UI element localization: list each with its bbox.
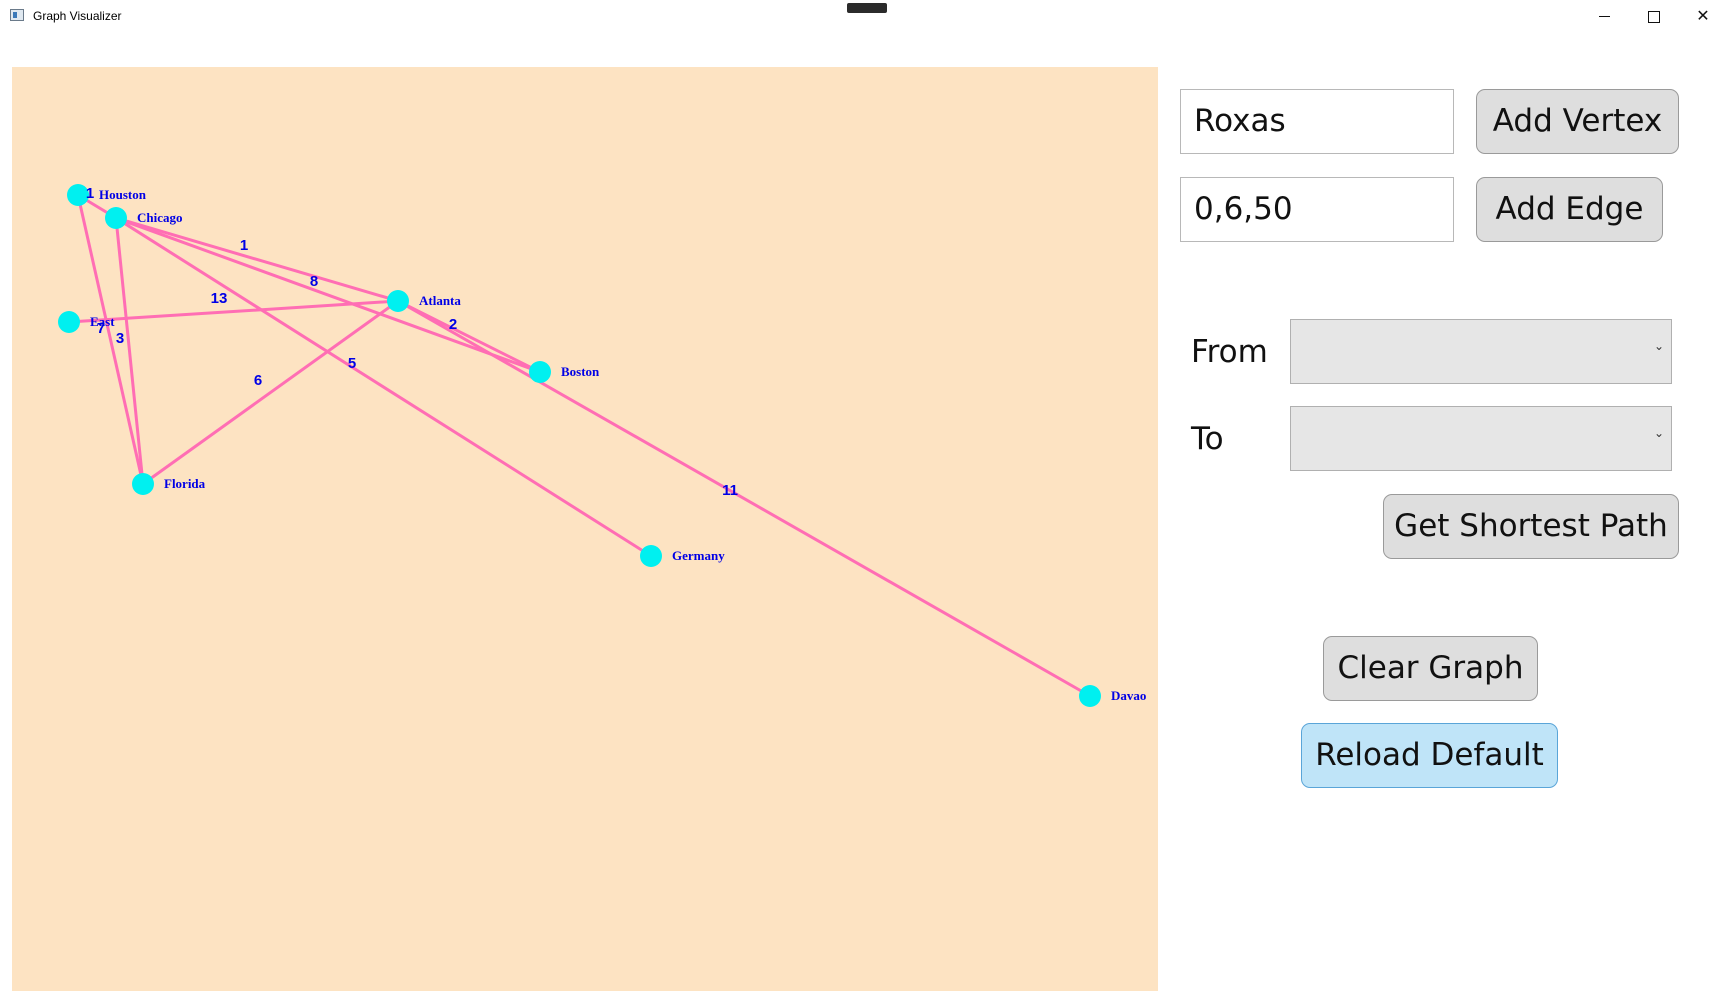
drag-handle[interactable]	[847, 3, 887, 13]
window-title: Graph Visualizer	[33, 9, 122, 23]
close-button[interactable]: ✕	[1680, 0, 1719, 32]
vertex-florida[interactable]: Florida	[132, 473, 206, 495]
get-shortest-path-button[interactable]: Get Shortest Path	[1383, 494, 1679, 559]
maximize-button[interactable]	[1631, 0, 1677, 32]
vertex-label: Houston	[99, 187, 147, 202]
minimize-icon	[1598, 16, 1610, 17]
edge-houston-florida	[76, 194, 145, 485]
edge-chicago-florida	[114, 217, 145, 485]
edge-weight-label: 11	[722, 482, 738, 499]
to-combobox[interactable]: ⌄	[1290, 406, 1672, 471]
vertex-label: Atlanta	[419, 293, 461, 308]
reload-default-button[interactable]: Reload Default	[1301, 723, 1558, 788]
vertex-node[interactable]	[1079, 685, 1101, 707]
from-label: From	[1191, 334, 1268, 370]
edge-weight-label: 1	[240, 237, 248, 254]
edge-weight-label: 3	[116, 330, 124, 347]
vertex-node[interactable]	[529, 361, 551, 383]
vertex-node[interactable]	[58, 311, 80, 333]
add-edge-button[interactable]: Add Edge	[1476, 177, 1663, 242]
edge-weight-label: 8	[310, 273, 318, 290]
add-vertex-button[interactable]: Add Vertex	[1476, 89, 1679, 154]
from-combobox[interactable]: ⌄	[1290, 319, 1672, 384]
chevron-down-icon: ⌄	[1653, 339, 1664, 353]
vertex-germany[interactable]: Germany	[640, 545, 725, 567]
vertex-node[interactable]	[105, 207, 127, 229]
vertex-node[interactable]	[387, 290, 409, 312]
vertex-atlanta[interactable]: Atlanta	[387, 290, 461, 312]
vertex-node[interactable]	[640, 545, 662, 567]
vertex-label: Boston	[561, 364, 600, 379]
edge-weight-label: 5	[348, 355, 356, 372]
vertex-davao[interactable]: Davao	[1079, 685, 1146, 707]
maximize-icon	[1648, 10, 1660, 23]
close-icon: ✕	[1696, 6, 1710, 25]
app-icon	[10, 9, 24, 21]
edge-input[interactable]: 0,6,50	[1180, 177, 1454, 242]
edge-chicago-boston	[115, 216, 541, 374]
chevron-down-icon: ⌄	[1653, 426, 1664, 440]
graph-drawing: HoustonChicagoAtlantaEastBostonFloridaGe…	[58, 184, 1146, 707]
minimize-button[interactable]	[1581, 0, 1627, 32]
vertex-boston[interactable]: Boston	[529, 361, 600, 383]
vertex-label: Germany	[672, 548, 725, 563]
edge-chicago-atlanta	[115, 216, 399, 303]
vertex-houston[interactable]: Houston	[67, 184, 147, 206]
edge-east-atlanta	[68, 299, 399, 324]
edge-florida-atlanta	[142, 299, 399, 486]
edge-atlanta-davao	[397, 299, 1091, 698]
edge-weight-label: 1	[86, 185, 94, 202]
vertex-label: Florida	[164, 476, 206, 491]
title-bar: Graph Visualizer ✕	[0, 0, 1719, 34]
edge-weight-label: 7	[97, 320, 105, 337]
to-label: To	[1191, 421, 1224, 457]
graph-canvas[interactable]: Houston Chicago Atlanta East Boston Florida Ge…	[12, 67, 1158, 991]
edge-chicago-germany	[115, 216, 652, 558]
edge-weight-label: 6	[254, 372, 262, 389]
vertex-node[interactable]	[132, 473, 154, 495]
edge-weight-label: 13	[211, 290, 228, 307]
vertex-name-input[interactable]: Roxas	[1180, 89, 1454, 154]
edge-weight-label: 2	[449, 316, 457, 333]
vertex-label: Chicago	[137, 210, 183, 225]
vertex-label: Davao	[1111, 688, 1146, 703]
clear-graph-button[interactable]: Clear Graph	[1323, 636, 1538, 701]
